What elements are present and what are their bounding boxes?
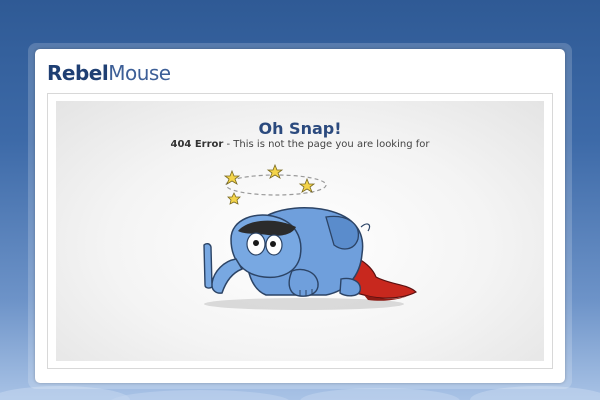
error-title: Oh Snap! [258,119,342,138]
error-code: 404 Error [170,139,224,150]
rebelmouse-logo[interactable]: RebelMouse [47,61,171,85]
logo-text-mouse: Mouse [108,61,171,85]
error-subtitle: 404 Error - This is not the page you are… [56,139,544,150]
logo-text-rebel: Rebel [47,61,109,85]
error-content: Oh Snap! 404 Error - This is not the pag… [56,101,544,361]
dizzy-stars-icon [223,163,327,205]
error-card: RebelMouse Oh Snap! 404 Error - This is … [35,49,565,383]
dizzy-elephant-illustration [203,163,417,310]
error-message: - This is not the page you are looking f… [223,139,430,150]
content-frame: Oh Snap! 404 Error - This is not the pag… [47,93,553,369]
